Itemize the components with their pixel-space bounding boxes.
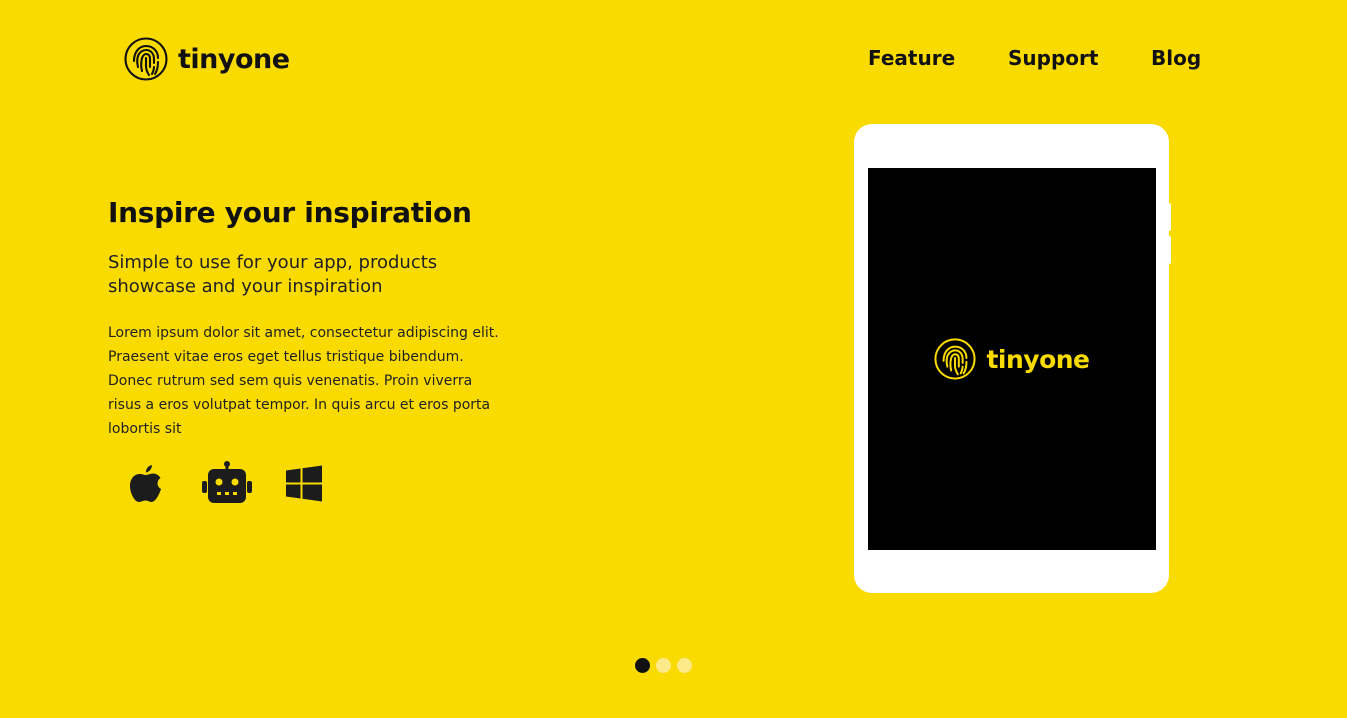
slider-dot-2[interactable]	[656, 658, 671, 673]
hero-title: Inspire your inspiration	[108, 196, 472, 229]
android-robot-icon[interactable]	[200, 460, 254, 508]
hero-section: Inspire your inspiration Simple to use f…	[108, 196, 528, 441]
windows-icon[interactable]	[284, 460, 324, 508]
slider-dot-1[interactable]	[635, 658, 650, 673]
top-nav: Feature Support Blog	[0, 46, 1347, 76]
apple-icon[interactable]	[124, 460, 168, 508]
screen-brand: tinyone	[934, 338, 1090, 380]
fingerprint-logo-icon	[934, 338, 977, 380]
hero-subtitle: Simple to use for your app, products sho…	[108, 252, 438, 297]
platform-icons	[124, 460, 324, 508]
screen-brand-name: tinyone	[986, 344, 1090, 374]
tablet-mockup: tinyone	[854, 124, 1169, 593]
slider-pagination	[635, 658, 692, 673]
tablet-screen: tinyone	[868, 168, 1156, 550]
hero-body: Lorem ipsum dolor sit amet, consectetur …	[108, 325, 499, 437]
nav-item-support[interactable]: Support	[1008, 46, 1098, 70]
nav-item-blog[interactable]: Blog	[1151, 46, 1201, 70]
slider-dot-3[interactable]	[677, 658, 692, 673]
nav-item-feature[interactable]: Feature	[868, 46, 955, 70]
